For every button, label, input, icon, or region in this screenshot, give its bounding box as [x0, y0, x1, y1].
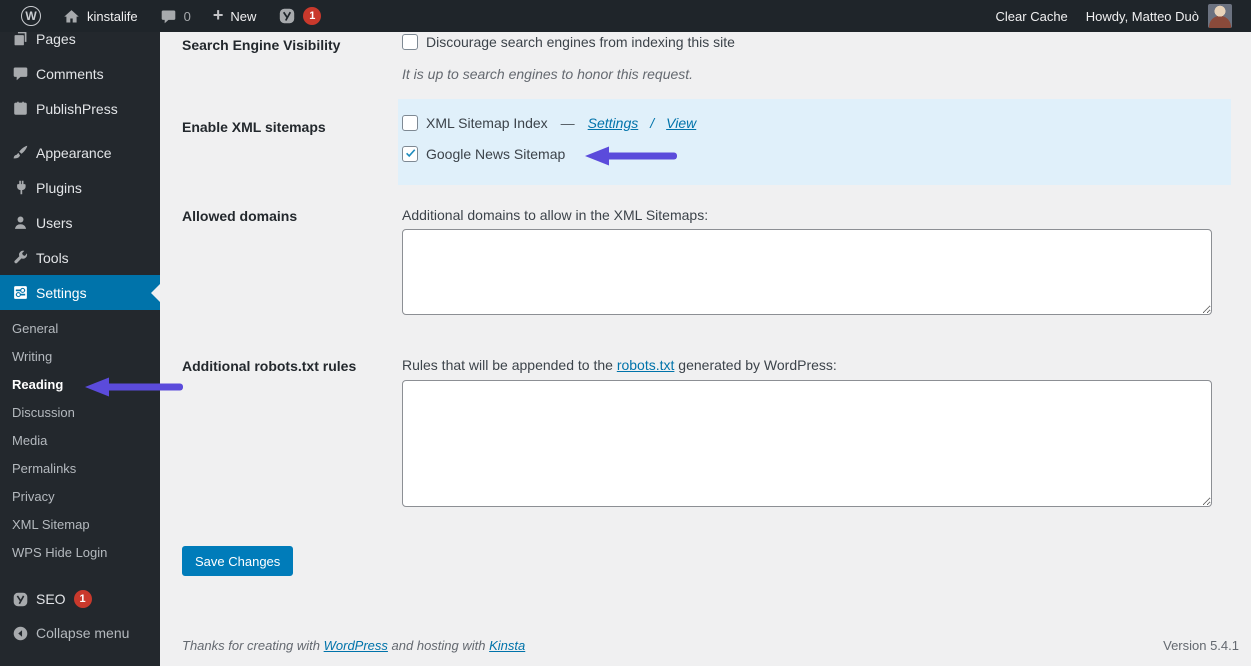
slash-separator: /: [650, 115, 654, 131]
submenu-item-wps-hide-login[interactable]: WPS Hide Login: [0, 539, 160, 567]
submenu-item-media[interactable]: Media: [0, 427, 160, 455]
settings-content: Search Engine Visibility Discourage sear…: [160, 32, 1251, 666]
yoast-notifications[interactable]: 1: [267, 0, 332, 32]
robots-rules-label: Additional robots.txt rules: [182, 357, 394, 375]
google-news-sitemap-label: Google News Sitemap: [426, 146, 565, 162]
discourage-indexing-label: Discourage search engines from indexing …: [426, 34, 735, 50]
submenu-item-permalinks[interactable]: Permalinks: [0, 455, 160, 483]
robots-rules-textarea[interactable]: [402, 380, 1212, 507]
sidebar-item-plugins[interactable]: Plugins: [0, 170, 160, 205]
checkmark-icon: [404, 144, 417, 162]
new-content-menu[interactable]: + New: [202, 0, 268, 32]
site-name-label: kinstalife: [87, 9, 138, 24]
allowed-domains-description: Additional domains to allow in the XML S…: [402, 207, 708, 223]
sidebar-item-label: Tools: [36, 250, 69, 266]
sidebar-item-seo[interactable]: SEO 1: [0, 582, 160, 616]
sidebar-item-label: Pages: [36, 31, 76, 47]
comments-icon: [11, 65, 29, 83]
discourage-indexing-checkbox[interactable]: [402, 34, 418, 50]
menu-separator: [0, 126, 160, 135]
sidebar-item-publishpress[interactable]: PublishPress: [0, 91, 160, 126]
sitemap-settings-link[interactable]: Settings: [588, 115, 639, 131]
xml-sitemap-index-label: XML Sitemap Index: [426, 115, 548, 131]
howdy-label: Howdy, Matteo Duò: [1086, 9, 1199, 24]
yoast-seo-icon: [278, 7, 296, 25]
save-changes-button[interactable]: Save Changes: [182, 546, 293, 576]
sidebar-item-label: Plugins: [36, 180, 82, 196]
plug-icon: [11, 179, 29, 197]
submenu-item-privacy[interactable]: Privacy: [0, 483, 160, 511]
robots-txt-link[interactable]: robots.txt: [617, 357, 675, 373]
version-label: Version 5.4.1: [1163, 638, 1239, 653]
user-icon: [11, 214, 29, 232]
allowed-domains-textarea[interactable]: [402, 229, 1212, 315]
sidebar-item-users[interactable]: Users: [0, 205, 160, 240]
sidebar-item-tools[interactable]: Tools: [0, 240, 160, 275]
clear-cache-button[interactable]: Clear Cache: [987, 0, 1077, 32]
sitemap-view-link[interactable]: View: [666, 115, 696, 131]
annotation-arrow-google-news: [583, 145, 679, 167]
wordpress-logo-icon: W: [21, 6, 41, 26]
seo-badge: 1: [74, 590, 92, 608]
sidebar-item-label: Comments: [36, 66, 104, 82]
search-engine-visibility-label: Search Engine Visibility: [182, 36, 394, 54]
sidebar-item-comments[interactable]: Comments: [0, 56, 160, 91]
submenu-item-general[interactable]: General: [0, 315, 160, 343]
submenu-item-xml-sitemap[interactable]: XML Sitemap: [0, 511, 160, 539]
enable-xml-sitemaps-label: Enable XML sitemaps: [182, 118, 394, 136]
admin-sidebar: Pages Comments PublishPress Appearan: [0, 32, 160, 666]
account-menu[interactable]: Howdy, Matteo Duò: [1077, 0, 1241, 32]
collapse-menu-button[interactable]: Collapse menu: [0, 616, 160, 650]
comment-bubble-icon: [160, 8, 177, 25]
sidebar-item-label: PublishPress: [36, 101, 118, 117]
calendar-icon: [11, 100, 29, 118]
submenu-item-discussion[interactable]: Discussion: [0, 399, 160, 427]
sidebar-item-label: Users: [36, 215, 73, 231]
wordpress-logo-menu[interactable]: W: [10, 0, 52, 32]
home-icon: [63, 8, 80, 25]
paintbrush-icon: [11, 144, 29, 162]
settings-icon: [11, 284, 29, 302]
sidebar-item-appearance[interactable]: Appearance: [0, 135, 160, 170]
annotation-arrow-reading: [83, 376, 185, 398]
dash-separator: —: [561, 115, 575, 131]
wrench-icon: [11, 249, 29, 267]
footer-thanks-text: Thanks for creating with WordPress and h…: [182, 638, 525, 653]
kinsta-footer-link[interactable]: Kinsta: [489, 638, 525, 653]
google-news-sitemap-checkbox[interactable]: [402, 146, 418, 162]
collapse-menu-label: Collapse menu: [36, 625, 129, 641]
yoast-seo-icon: [11, 590, 29, 608]
search-engine-note: It is up to search engines to honor this…: [402, 66, 693, 82]
admin-bar: W kinstalife 0 + New 1 Cl: [0, 0, 1251, 32]
site-name-link[interactable]: kinstalife: [52, 0, 149, 32]
plus-icon: +: [213, 6, 224, 24]
sidebar-item-label: SEO: [36, 591, 66, 607]
user-avatar: [1208, 4, 1232, 28]
wordpress-admin-screen: W kinstalife 0 + New 1 Cl: [0, 0, 1251, 666]
sidebar-item-label: Settings: [36, 285, 87, 301]
robots-rules-description: Rules that will be appended to the robot…: [402, 357, 837, 373]
notification-badge: 1: [303, 7, 321, 25]
allowed-domains-label: Allowed domains: [182, 207, 394, 225]
new-label: New: [230, 9, 256, 24]
comments-count: 0: [184, 9, 191, 24]
wordpress-footer-link[interactable]: WordPress: [324, 638, 388, 653]
collapse-arrow-icon: [11, 624, 29, 642]
sidebar-item-settings[interactable]: Settings: [0, 275, 160, 310]
comments-shortcut[interactable]: 0: [149, 0, 202, 32]
xml-sitemaps-highlight: [398, 99, 1231, 185]
settings-submenu: General Writing Reading Discussion Media…: [0, 310, 160, 579]
xml-sitemap-index-checkbox[interactable]: [402, 115, 418, 131]
submenu-item-writing[interactable]: Writing: [0, 343, 160, 371]
sidebar-item-label: Appearance: [36, 145, 112, 161]
pages-icon: [11, 30, 29, 48]
